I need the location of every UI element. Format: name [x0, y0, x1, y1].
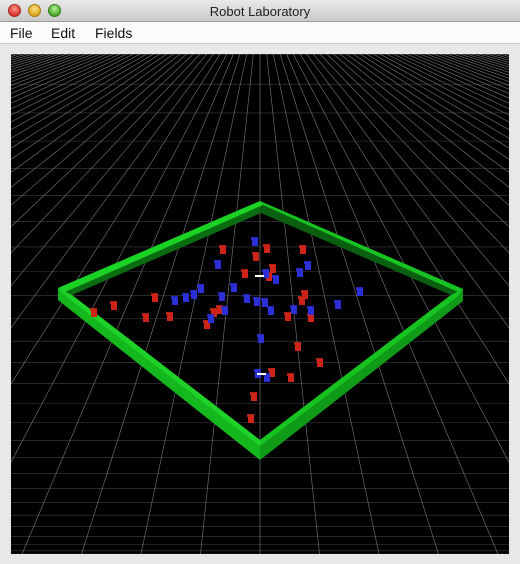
- blue-robot: [243, 294, 250, 303]
- menu-file[interactable]: File: [10, 25, 33, 41]
- blue-robot: [251, 237, 258, 246]
- red-robot: [142, 313, 149, 322]
- blue-robot: [214, 260, 221, 269]
- red-robot: [166, 312, 173, 321]
- blue-robot: [221, 306, 228, 315]
- menu-bar: File Edit Fields: [0, 22, 520, 44]
- blue-robot: [261, 298, 268, 307]
- red-robot: [287, 373, 294, 382]
- blue-robot: [307, 306, 314, 315]
- blue-robot: [182, 293, 189, 302]
- blue-robot: [218, 292, 225, 301]
- blue-robot: [290, 305, 297, 314]
- menu-edit[interactable]: Edit: [51, 25, 75, 41]
- red-robot: [250, 392, 257, 401]
- red-robot: [269, 264, 276, 273]
- red-robot: [151, 293, 158, 302]
- blue-robot: [334, 300, 341, 309]
- red-robot: [241, 269, 248, 278]
- red-robot: [294, 342, 301, 351]
- 3d-viewport[interactable]: [11, 54, 509, 554]
- blue-robot: [356, 287, 363, 296]
- red-robot: [252, 252, 259, 261]
- red-robot: [110, 301, 117, 310]
- blue-robot: [296, 268, 303, 277]
- blue-robot: [190, 290, 197, 299]
- red-robot: [284, 312, 291, 321]
- blue-robot: [230, 283, 237, 292]
- heading-marker: [257, 373, 266, 375]
- red-robot: [298, 296, 305, 305]
- red-robot: [263, 244, 270, 253]
- blue-robot: [207, 314, 214, 323]
- red-robot: [316, 358, 323, 367]
- blue-robot: [171, 296, 178, 305]
- red-robot: [219, 245, 226, 254]
- blue-robot: [267, 306, 274, 315]
- menu-fields[interactable]: Fields: [95, 25, 132, 41]
- blue-robot: [197, 284, 204, 293]
- blue-robot: [304, 261, 311, 270]
- arena-scene[interactable]: [11, 54, 509, 554]
- red-robot: [247, 414, 254, 423]
- blue-robot: [272, 275, 279, 284]
- red-robot: [90, 308, 97, 317]
- window-titlebar[interactable]: Robot Laboratory: [0, 0, 520, 22]
- blue-robot: [253, 297, 260, 306]
- window-title: Robot Laboratory: [209, 4, 311, 19]
- blue-robot: [257, 334, 264, 343]
- heading-marker: [255, 275, 264, 277]
- red-robot: [299, 245, 306, 254]
